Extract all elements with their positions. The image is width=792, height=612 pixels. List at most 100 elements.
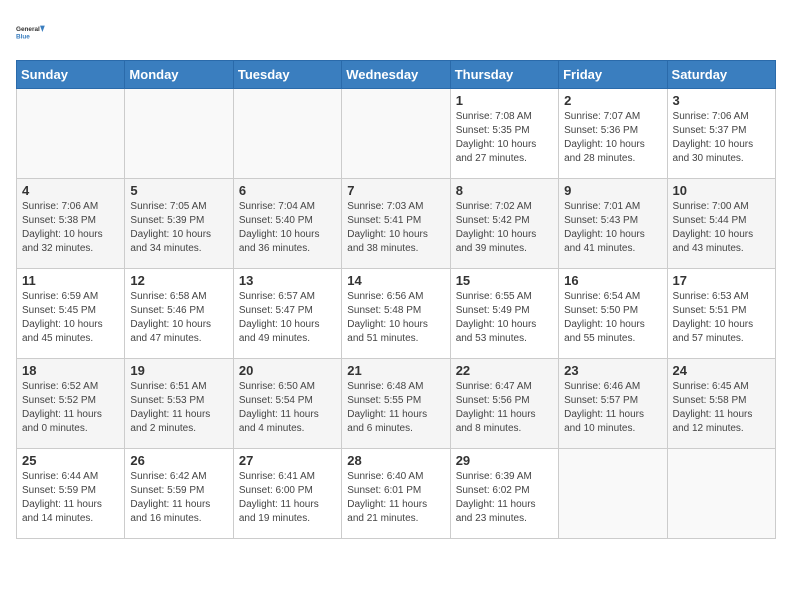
day-number: 29 [456, 453, 553, 468]
calendar-week-5: 25Sunrise: 6:44 AM Sunset: 5:59 PM Dayli… [17, 449, 776, 539]
day-info: Sunrise: 6:53 AM Sunset: 5:51 PM Dayligh… [673, 290, 770, 346]
day-number: 21 [347, 363, 444, 378]
day-info: Sunrise: 6:48 AM Sunset: 5:55 PM Dayligh… [347, 380, 444, 436]
calendar-cell: 13 Sunrise: 6:57 AM Sunset: 5:47 PM Dayli… [233, 269, 341, 359]
day-number: 16 [564, 273, 661, 288]
calendar-cell: 21 Sunrise: 6:48 AM Sunset: 5:55 PM Dayli… [342, 359, 450, 449]
day-info: Sunrise: 6:51 AM Sunset: 5:53 PM Dayligh… [130, 380, 227, 436]
day-number: 17 [673, 273, 770, 288]
day-number: 24 [673, 363, 770, 378]
logo: GeneralBlue [16, 16, 48, 48]
day-info: Sunrise: 6:46 AM Sunset: 5:57 PM Dayligh… [564, 380, 661, 436]
svg-text:Blue: Blue [16, 33, 30, 40]
calendar-cell: 11 Sunrise: 6:59 AM Sunset: 5:45 PM Dayli… [17, 269, 125, 359]
day-number: 27 [239, 453, 336, 468]
day-info: Sunrise: 6:44 AM Sunset: 5:59 PM Dayligh… [22, 470, 119, 526]
day-info: Sunrise: 6:40 AM Sunset: 6:01 PM Dayligh… [347, 470, 444, 526]
day-number: 23 [564, 363, 661, 378]
calendar-cell: 7 Sunrise: 7:03 AM Sunset: 5:41 PM Daylig… [342, 179, 450, 269]
svg-text:General: General [16, 26, 40, 33]
day-info: Sunrise: 7:04 AM Sunset: 5:40 PM Dayligh… [239, 200, 336, 256]
calendar-cell: 6 Sunrise: 7:04 AM Sunset: 5:40 PM Daylig… [233, 179, 341, 269]
day-info: Sunrise: 7:06 AM Sunset: 5:37 PM Dayligh… [673, 110, 770, 166]
day-info: Sunrise: 6:59 AM Sunset: 5:45 PM Dayligh… [22, 290, 119, 346]
day-info: Sunrise: 7:00 AM Sunset: 5:44 PM Dayligh… [673, 200, 770, 256]
day-info: Sunrise: 6:39 AM Sunset: 6:02 PM Dayligh… [456, 470, 553, 526]
calendar-cell: 4Sunrise: 7:06 AM Sunset: 5:38 PM Daylig… [17, 179, 125, 269]
day-number: 12 [130, 273, 227, 288]
day-info: Sunrise: 6:41 AM Sunset: 6:00 PM Dayligh… [239, 470, 336, 526]
calendar-week-4: 18 Sunrise: 6:52 AM Sunset: 5:52 PM Dayli… [17, 359, 776, 449]
day-number: 13 [239, 273, 336, 288]
calendar-cell: 15 Sunrise: 6:55 AM Sunset: 5:49 PM Dayli… [450, 269, 558, 359]
day-number: 28 [347, 453, 444, 468]
calendar-cell: 14 Sunrise: 6:56 AM Sunset: 5:48 PM Dayli… [342, 269, 450, 359]
day-info: Sunrise: 6:45 AM Sunset: 5:58 PM Dayligh… [673, 380, 770, 436]
calendar-week-1: 1 Sunrise: 7:08 AM Sunset: 5:35 PM Daylig… [17, 89, 776, 179]
day-number: 1 [456, 93, 553, 108]
calendar-cell: 25Sunrise: 6:44 AM Sunset: 5:59 PM Dayli… [17, 449, 125, 539]
day-number: 20 [239, 363, 336, 378]
calendar-header: SundayMondayTuesdayWednesdayThursdayFrid… [17, 61, 776, 89]
calendar-cell: 22Sunrise: 6:47 AM Sunset: 5:56 PM Dayli… [450, 359, 558, 449]
day-number: 7 [347, 183, 444, 198]
calendar-cell: 24 Sunrise: 6:45 AM Sunset: 5:58 PM Dayli… [667, 359, 775, 449]
day-number: 3 [673, 93, 770, 108]
day-number: 19 [130, 363, 227, 378]
day-number: 9 [564, 183, 661, 198]
calendar-week-3: 11 Sunrise: 6:59 AM Sunset: 5:45 PM Dayli… [17, 269, 776, 359]
weekday-header-wednesday: Wednesday [342, 61, 450, 89]
day-info: Sunrise: 6:55 AM Sunset: 5:49 PM Dayligh… [456, 290, 553, 346]
day-info: Sunrise: 6:54 AM Sunset: 5:50 PM Dayligh… [564, 290, 661, 346]
calendar-cell: 8Sunrise: 7:02 AM Sunset: 5:42 PM Daylig… [450, 179, 558, 269]
day-info: Sunrise: 6:56 AM Sunset: 5:48 PM Dayligh… [347, 290, 444, 346]
weekday-header-tuesday: Tuesday [233, 61, 341, 89]
calendar-cell [559, 449, 667, 539]
calendar-cell: 29 Sunrise: 6:39 AM Sunset: 6:02 PM Dayli… [450, 449, 558, 539]
calendar-cell: 27 Sunrise: 6:41 AM Sunset: 6:00 PM Dayli… [233, 449, 341, 539]
day-info: Sunrise: 7:06 AM Sunset: 5:38 PM Dayligh… [22, 200, 119, 256]
calendar-cell: 20 Sunrise: 6:50 AM Sunset: 5:54 PM Dayli… [233, 359, 341, 449]
day-info: Sunrise: 6:58 AM Sunset: 5:46 PM Dayligh… [130, 290, 227, 346]
day-info: Sunrise: 6:50 AM Sunset: 5:54 PM Dayligh… [239, 380, 336, 436]
day-number: 5 [130, 183, 227, 198]
calendar-cell: 19 Sunrise: 6:51 AM Sunset: 5:53 PM Dayli… [125, 359, 233, 449]
calendar-cell: 16 Sunrise: 6:54 AM Sunset: 5:50 PM Dayli… [559, 269, 667, 359]
day-info: Sunrise: 7:08 AM Sunset: 5:35 PM Dayligh… [456, 110, 553, 166]
calendar-cell [342, 89, 450, 179]
weekday-header-saturday: Saturday [667, 61, 775, 89]
day-info: Sunrise: 7:02 AM Sunset: 5:42 PM Dayligh… [456, 200, 553, 256]
weekday-header-monday: Monday [125, 61, 233, 89]
day-info: Sunrise: 6:57 AM Sunset: 5:47 PM Dayligh… [239, 290, 336, 346]
day-info: Sunrise: 6:52 AM Sunset: 5:52 PM Dayligh… [22, 380, 119, 436]
calendar-cell [667, 449, 775, 539]
day-info: Sunrise: 7:07 AM Sunset: 5:36 PM Dayligh… [564, 110, 661, 166]
page-header: GeneralBlue [16, 16, 776, 48]
calendar-cell: 10 Sunrise: 7:00 AM Sunset: 5:44 PM Dayli… [667, 179, 775, 269]
calendar-table: SundayMondayTuesdayWednesdayThursdayFrid… [16, 60, 776, 539]
day-number: 15 [456, 273, 553, 288]
weekday-header-sunday: Sunday [17, 61, 125, 89]
calendar-cell [125, 89, 233, 179]
calendar-cell: 12 Sunrise: 6:58 AM Sunset: 5:46 PM Dayli… [125, 269, 233, 359]
calendar-cell: 5 Sunrise: 7:05 AM Sunset: 5:39 PM Daylig… [125, 179, 233, 269]
day-number: 6 [239, 183, 336, 198]
calendar-cell: 18 Sunrise: 6:52 AM Sunset: 5:52 PM Dayli… [17, 359, 125, 449]
day-number: 11 [22, 273, 119, 288]
day-number: 14 [347, 273, 444, 288]
day-info: Sunrise: 7:01 AM Sunset: 5:43 PM Dayligh… [564, 200, 661, 256]
weekday-header-friday: Friday [559, 61, 667, 89]
calendar-cell: 17 Sunrise: 6:53 AM Sunset: 5:51 PM Dayli… [667, 269, 775, 359]
day-number: 10 [673, 183, 770, 198]
day-info: Sunrise: 7:05 AM Sunset: 5:39 PM Dayligh… [130, 200, 227, 256]
day-info: Sunrise: 6:47 AM Sunset: 5:56 PM Dayligh… [456, 380, 553, 436]
calendar-cell [17, 89, 125, 179]
calendar-cell: 28 Sunrise: 6:40 AM Sunset: 6:01 PM Dayli… [342, 449, 450, 539]
calendar-cell: 9 Sunrise: 7:01 AM Sunset: 5:43 PM Daylig… [559, 179, 667, 269]
day-number: 18 [22, 363, 119, 378]
calendar-cell: 23 Sunrise: 6:46 AM Sunset: 5:57 PM Dayli… [559, 359, 667, 449]
calendar-cell: 2Sunrise: 7:07 AM Sunset: 5:36 PM Daylig… [559, 89, 667, 179]
day-number: 26 [130, 453, 227, 468]
logo-icon: GeneralBlue [16, 16, 48, 48]
day-info: Sunrise: 7:03 AM Sunset: 5:41 PM Dayligh… [347, 200, 444, 256]
